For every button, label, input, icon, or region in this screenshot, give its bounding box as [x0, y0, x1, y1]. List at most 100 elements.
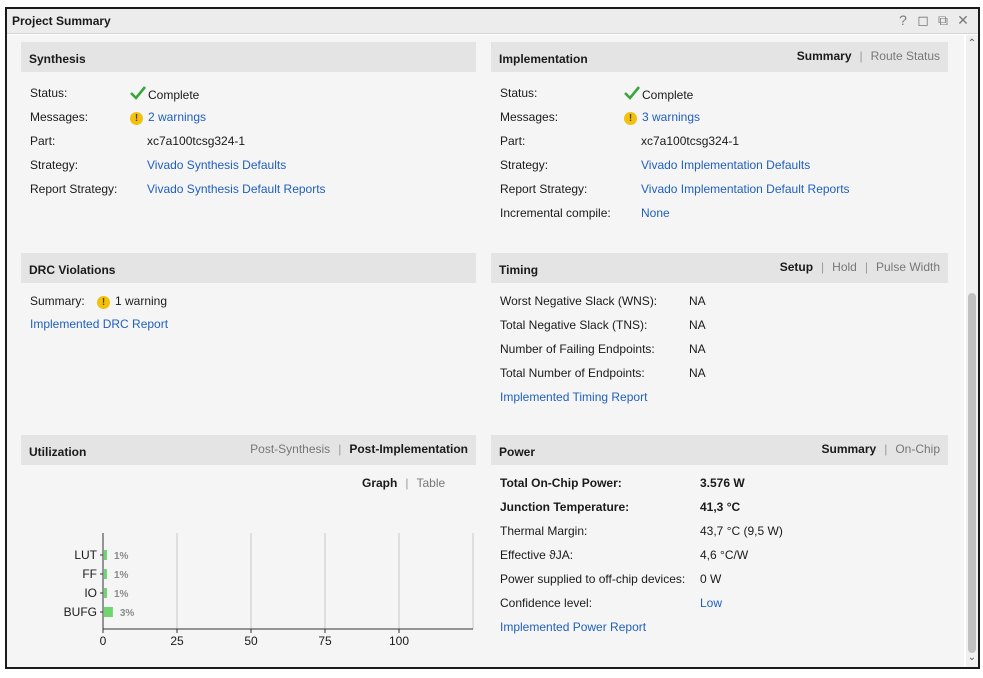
power-row: Power supplied to off-chip devices: 0 W — [500, 571, 940, 587]
power-title: Power — [499, 445, 536, 459]
timing-row: Total Negative Slack (TNS): NA — [500, 317, 940, 333]
drc-report-link[interactable]: Implemented DRC Report — [30, 316, 168, 332]
power-row: Effective ϑJA: 4,6 °C/W — [500, 547, 940, 563]
timing-row: Total Number of Endpoints: NA — [500, 365, 940, 381]
project-summary-window: Project Summary ? ◻ ⧉ ✕ Synthesis Status… — [5, 7, 980, 669]
synthesis-report-strategy-label: Report Strategy: — [30, 182, 118, 196]
tab-separator: | — [405, 476, 409, 490]
implementation-messages-label: Messages: — [500, 110, 559, 124]
tab-pulse-width[interactable]: Pulse Width — [876, 260, 940, 274]
tab-separator: | — [864, 260, 868, 274]
x-tick-label: 0 — [100, 634, 107, 648]
tab-graph[interactable]: Graph — [362, 476, 397, 490]
junction-temp-label: Junction Temperature: — [500, 500, 630, 514]
implementation-status-label: Status: — [500, 86, 538, 100]
thermal-margin-value: 43,7 °C (9,5 W) — [700, 524, 783, 538]
category-label: BUFG — [64, 605, 97, 619]
implementation-report-strategy-link[interactable]: Vivado Implementation Default Reports — [641, 181, 850, 197]
tab-separator: | — [338, 442, 342, 456]
tab-table[interactable]: Table — [416, 476, 445, 490]
window-title: Project Summary — [12, 14, 111, 28]
tab-hold[interactable]: Hold — [832, 260, 857, 274]
off-chip-power-label: Power supplied to off-chip devices: — [500, 572, 686, 586]
restore-icon[interactable]: ◻ — [916, 12, 930, 28]
tab-on-chip[interactable]: On-Chip — [895, 442, 940, 456]
timing-row: Number of Failing Endpoints: NA — [500, 341, 940, 357]
tab-post-synthesis[interactable]: Post-Synthesis — [250, 442, 330, 456]
summary-content: Synthesis Status: Complete Messages: ! 2 … — [7, 35, 964, 667]
data-label: 1% — [114, 551, 129, 562]
warning-icon: ! — [130, 112, 143, 125]
synthesis-part-label: Part: — [30, 134, 56, 148]
check-icon — [130, 86, 146, 100]
effective-theta-ja-value: 4,6 °C/W — [700, 548, 749, 562]
implementation-messages-row: Messages: ! 3 warnings — [500, 109, 940, 125]
bar — [104, 588, 107, 598]
synthesis-header: Synthesis — [21, 42, 476, 72]
power-report-link[interactable]: Implemented Power Report — [500, 619, 646, 635]
timing-header: Timing Setup | Hold | Pulse Width — [491, 253, 948, 283]
tab-post-implementation[interactable]: Post-Implementation — [349, 442, 468, 456]
tab-power-summary[interactable]: Summary — [821, 442, 876, 456]
utilization-title: Utilization — [29, 445, 87, 459]
off-chip-power-value: 0 W — [700, 572, 722, 586]
float-icon[interactable]: ⧉ — [936, 12, 950, 28]
drc-header: DRC Violations — [21, 253, 476, 283]
x-tick-label: 100 — [389, 634, 409, 648]
drc-title: DRC Violations — [29, 263, 116, 277]
timing-report-link[interactable]: Implemented Timing Report — [500, 389, 647, 405]
bar — [104, 569, 107, 579]
implementation-incremental-row: Incremental compile: None — [500, 205, 940, 221]
tab-separator: | — [821, 260, 825, 274]
utilization-header: Utilization Post-Synthesis | Post-Implem… — [21, 435, 476, 465]
timing-value: NA — [689, 366, 706, 380]
x-tick-label: 50 — [244, 634, 258, 648]
scrollbar-thumb[interactable] — [968, 293, 976, 653]
tab-route-status[interactable]: Route Status — [871, 49, 940, 63]
implementation-strategy-link[interactable]: Vivado Implementation Defaults — [641, 157, 810, 173]
utilization-chart: 0255075100LUT1%FF1%IO1%BUFG3%Utilization… — [64, 533, 474, 648]
timing-label: Worst Negative Slack (WNS): — [500, 294, 658, 308]
synthesis-warnings-link[interactable]: 2 warnings — [148, 110, 206, 124]
power-total-value: 3.576 W — [700, 476, 745, 490]
power-row: Thermal Margin: 43,7 °C (9,5 W) — [500, 523, 940, 539]
timing-title: Timing — [499, 263, 539, 277]
check-icon — [624, 86, 640, 100]
timing-label: Number of Failing Endpoints: — [500, 342, 655, 356]
implementation-header: Implementation Summary | Route Status — [491, 42, 948, 72]
power-total-label: Total On-Chip Power: — [500, 476, 622, 490]
drc-summary-value: 1 warning — [115, 294, 168, 308]
synthesis-strategy-link[interactable]: Vivado Synthesis Defaults — [147, 157, 286, 173]
timing-value: NA — [689, 294, 706, 308]
synthesis-report-strategy-row: Report Strategy: Vivado Synthesis Defaul… — [30, 181, 430, 197]
category-label: IO — [84, 586, 97, 600]
drc-summary-row: Summary: ! 1 warning — [30, 293, 430, 309]
implementation-incremental-link[interactable]: None — [641, 205, 670, 221]
synthesis-status-value: Complete — [148, 88, 200, 102]
synthesis-messages-row: Messages: ! 2 warnings — [30, 109, 430, 125]
synthesis-strategy-row: Strategy: Vivado Synthesis Defaults — [30, 157, 430, 173]
help-icon[interactable]: ? — [896, 12, 910, 28]
vertical-scrollbar[interactable]: ⌃ ⌄ — [966, 35, 978, 667]
category-label: LUT — [74, 548, 97, 562]
category-label: FF — [82, 567, 97, 581]
timing-value: NA — [689, 318, 706, 332]
drc-summary-label: Summary: — [30, 294, 85, 308]
tab-setup[interactable]: Setup — [780, 260, 813, 274]
scroll-down-icon[interactable]: ⌄ — [966, 651, 978, 665]
scroll-up-icon[interactable]: ⌃ — [966, 37, 978, 51]
implementation-part-value: xc7a100tcsg324-1 — [641, 134, 740, 148]
implementation-status-value: Complete — [642, 88, 694, 102]
implementation-part-row: Part: xc7a100tcsg324-1 — [500, 133, 940, 149]
tab-implementation-summary[interactable]: Summary — [797, 49, 852, 63]
implementation-warnings-link[interactable]: 3 warnings — [642, 110, 700, 124]
synthesis-report-strategy-link[interactable]: Vivado Synthesis Default Reports — [147, 181, 326, 197]
bar — [104, 607, 113, 617]
utilization-view-tabs: Graph | Table — [362, 476, 445, 490]
implementation-part-label: Part: — [500, 134, 526, 148]
confidence-level-link[interactable]: Low — [700, 595, 722, 611]
timing-label: Total Negative Slack (TNS): — [500, 318, 648, 332]
implementation-strategy-label: Strategy: — [500, 158, 549, 172]
close-icon[interactable]: ✕ — [956, 12, 970, 28]
synthesis-part-row: Part: xc7a100tcsg324-1 — [30, 133, 430, 149]
